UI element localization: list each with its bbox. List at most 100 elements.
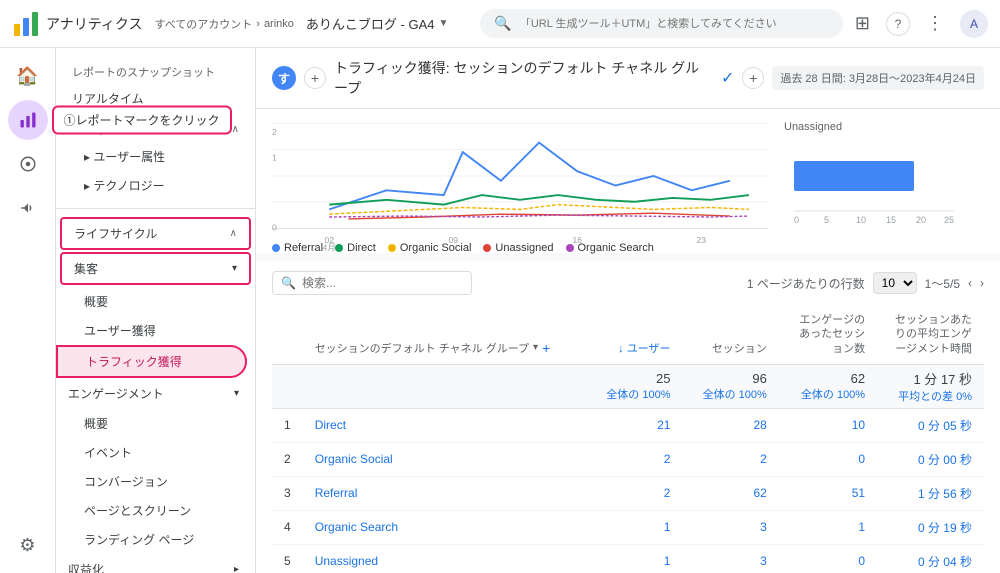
legend-dot-referral <box>272 244 280 252</box>
add-button[interactable]: + <box>304 67 326 89</box>
svg-text:0: 0 <box>272 222 277 232</box>
search-filter[interactable]: 🔍 <box>272 271 472 295</box>
row3-users: 2 <box>586 476 682 510</box>
svg-text:15: 15 <box>886 215 896 225</box>
row2-users: 2 <box>586 442 682 476</box>
search-box[interactable]: 🔍 <box>480 9 843 38</box>
row3-sessions: 62 <box>682 476 778 510</box>
monetization-chevron: ▸ <box>234 564 239 573</box>
nav-user-acquisition[interactable]: ユーザー獲得 <box>56 316 255 345</box>
row5-rank: 5 <box>272 544 303 573</box>
table-row: 2 Organic Social 2 2 0 0 分 00 秒 <box>272 442 984 476</box>
row4-avg-time: 0 分 19 秒 <box>877 510 984 544</box>
table-row: 5 Unassigned 1 3 0 0 分 04 秒 <box>272 544 984 573</box>
users-col-header[interactable]: ↓ ユーザー <box>586 305 682 364</box>
side-chart: Unassigned 0 5 10 15 20 25 <box>784 121 984 241</box>
dimension-col-header[interactable]: セッションのデフォルト チャネル グループ ▾ + <box>303 305 586 364</box>
engagement-chevron: ▾ <box>234 388 239 399</box>
sidebar-icon-advertising[interactable] <box>8 188 48 228</box>
traffic-acq-wrapper: トラフィック獲得 ④トラフィック獲得をクリック <box>56 345 255 378</box>
avatar[interactable]: A <box>960 10 988 38</box>
nav-lifecycle[interactable]: ライフサイクル ∧ <box>62 219 249 248</box>
legend-dot-direct <box>335 244 343 252</box>
search-input[interactable] <box>520 18 829 30</box>
row5-users: 1 <box>586 544 682 573</box>
help-icon[interactable]: ? <box>886 12 910 36</box>
table-search-input[interactable] <box>302 276 463 290</box>
sidebar-icon-explore[interactable] <box>8 144 48 184</box>
row2-avg-time: 0 分 00 秒 <box>877 442 984 476</box>
row5-channel[interactable]: Unassigned <box>303 544 586 573</box>
lifecycle-section-highlight: ライフサイクル ∧ ②ライフサイクルをクリック <box>60 217 251 250</box>
page-title: トラフィック獲得: セッションのデフォルト チャネル グループ <box>334 58 713 98</box>
add-report-button[interactable]: + <box>742 67 764 89</box>
nav-traffic-acquisition[interactable]: トラフィック獲得 <box>56 345 247 378</box>
chart-section: 2 1 0 02 <box>256 109 1000 253</box>
row1-engaged: 10 <box>779 408 877 442</box>
row5-engaged: 0 <box>779 544 877 573</box>
summary-row: 25 全体の 100% 96 全体の 100% 62 全体の 100% 1 <box>272 364 984 408</box>
nav-pages[interactable]: ページとスクリーン <box>56 496 255 525</box>
row3-avg-time: 1 分 56 秒 <box>877 476 984 510</box>
chart-legend: Referral Direct Organic Social Unas <box>272 242 768 254</box>
row4-users: 1 <box>586 510 682 544</box>
nav-landing[interactable]: ランディング ページ <box>56 525 255 554</box>
table-section: 🔍 1 ページあたりの行数 10 25 50 1～5/5 ‹ › <box>256 261 1000 573</box>
row4-sessions: 3 <box>682 510 778 544</box>
property-dropdown-icon[interactable]: ▼ <box>438 18 448 29</box>
nav-monetization[interactable]: 収益化 ▸ <box>56 554 255 573</box>
content-area: す + トラフィック獲得: セッションのデフォルト チャネル グループ ✓ + … <box>256 48 1000 573</box>
summary-sessions-pct: 全体の 100% <box>694 386 766 402</box>
nav-realtime[interactable]: リアルタイム <box>56 84 255 113</box>
sidebar-icon-reports[interactable]: ①レポートマークをクリック <box>8 100 48 140</box>
dimension-dropdown[interactable]: ▾ <box>533 342 538 353</box>
report-icon: す <box>272 66 296 90</box>
property-selector[interactable]: ありんこブログ - GA4 ▼ <box>306 14 448 33</box>
table-controls: 🔍 1 ページあたりの行数 10 25 50 1～5/5 ‹ › <box>272 261 984 305</box>
row2-channel[interactable]: Organic Social <box>303 442 586 476</box>
nav-engagement[interactable]: エンゲージメント ▾ <box>56 378 255 409</box>
nav-events[interactable]: イベント <box>56 438 255 467</box>
row2-sessions: 2 <box>682 442 778 476</box>
summary-users: 25 <box>598 371 670 386</box>
rows-per-page-select[interactable]: 10 25 50 <box>873 272 917 294</box>
row1-rank: 1 <box>272 408 303 442</box>
sidebar-icon-settings[interactable]: ⚙ <box>8 525 48 565</box>
table-row: 1 Direct 21 28 10 0 分 05 秒 <box>272 408 984 442</box>
sidebar-icon-home[interactable]: 🏠 <box>8 56 48 96</box>
grid-icon[interactable]: ⊞ <box>855 13 870 34</box>
svg-text:0: 0 <box>794 215 799 225</box>
breadcrumb: すべてのアカウント › arinko <box>154 16 293 32</box>
nav-conversions[interactable]: コンバージョン <box>56 467 255 496</box>
chart-container: 2 1 0 02 <box>272 121 984 241</box>
nav-overview[interactable]: 概要 <box>56 287 255 316</box>
prev-page-btn[interactable]: ‹ <box>968 276 972 290</box>
nav-user-attr[interactable]: ▸ ユーザー属性 <box>56 142 255 171</box>
svg-text:4月: 4月 <box>323 242 336 252</box>
add-dimension-btn[interactable]: + <box>542 340 550 356</box>
row3-rank: 3 <box>272 476 303 510</box>
row3-channel[interactable]: Referral <box>303 476 586 510</box>
side-chart-label: Unassigned <box>784 121 984 133</box>
svg-text:25: 25 <box>944 215 954 225</box>
row1-channel[interactable]: Direct <box>303 408 586 442</box>
more-icon[interactable]: ⋮ <box>926 13 944 34</box>
avg-time-col-header: セッションあたりの平均エンゲージメント時間 <box>877 305 984 364</box>
search-icon: 🔍 <box>494 15 511 32</box>
lifecycle-collapse: ∧ <box>230 228 237 239</box>
legend-organic-search: Organic Search <box>566 242 654 254</box>
row3-engaged: 51 <box>779 476 877 510</box>
next-page-btn[interactable]: › <box>980 276 984 290</box>
nav-user-section[interactable]: ユーザー ∧ <box>56 113 255 142</box>
summary-engaged: 62 <box>791 371 865 386</box>
summary-avg-time: 1 分 17 秒 <box>889 369 972 388</box>
nav-technology[interactable]: ▸ テクノロジー <box>56 171 255 200</box>
sessions-col-header[interactable]: セッション <box>682 305 778 364</box>
app-title: アナリティクス <box>46 14 142 34</box>
row4-channel[interactable]: Organic Search <box>303 510 586 544</box>
row1-avg-time: 0 分 05 秒 <box>877 408 984 442</box>
legend-dot-organic-social <box>388 244 396 252</box>
nav-acquisition[interactable]: 集客 ▾ <box>62 254 249 283</box>
table-row: 3 Referral 2 62 51 1 分 56 秒 <box>272 476 984 510</box>
nav-engagement-overview[interactable]: 概要 <box>56 409 255 438</box>
